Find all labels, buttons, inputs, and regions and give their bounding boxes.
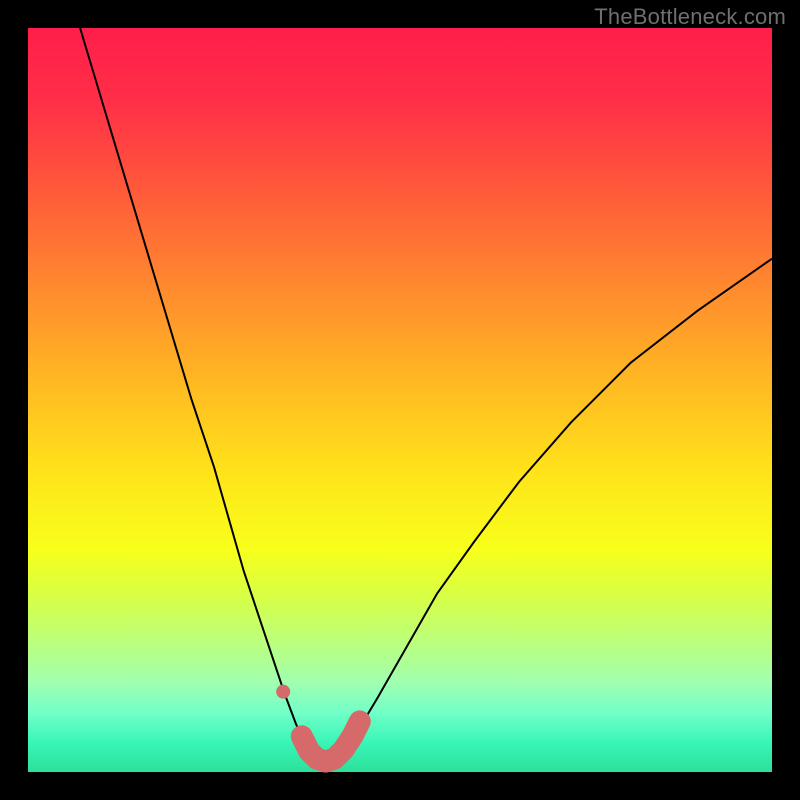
curve-bottleneck-curve bbox=[80, 28, 772, 768]
data-point-left bbox=[276, 685, 290, 699]
chart-frame: TheBottleneck.com bbox=[0, 0, 800, 800]
chart-svg bbox=[28, 28, 772, 772]
watermark-label: TheBottleneck.com bbox=[594, 4, 786, 30]
highlight-segment bbox=[302, 721, 360, 761]
chart-plot-area bbox=[28, 28, 772, 772]
